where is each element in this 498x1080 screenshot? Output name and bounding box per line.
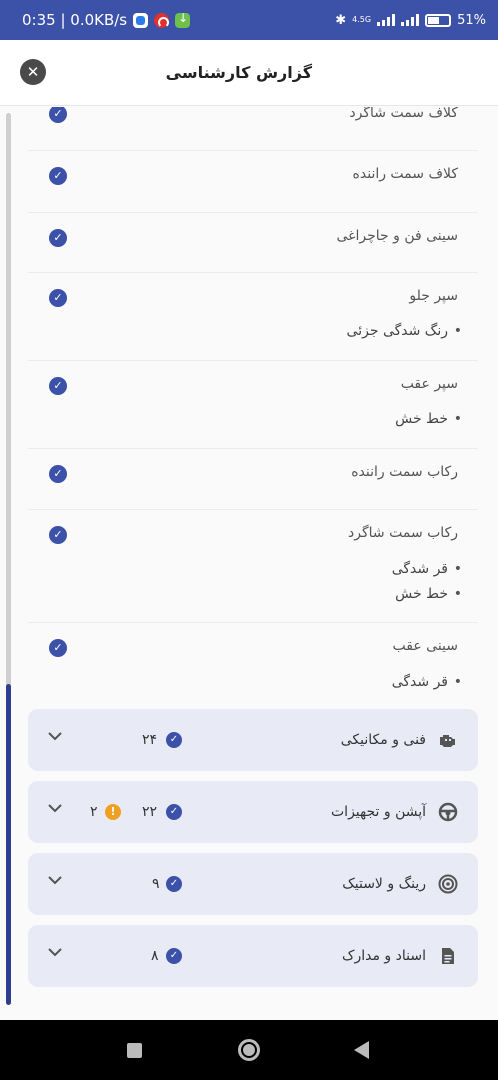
category-tires[interactable]: رینگ و لاستیک ✓ ۹ [28, 853, 478, 915]
category-technical[interactable]: فنی و مکانیکی ✓ ۲۴ [28, 709, 478, 771]
download-icon [175, 11, 191, 28]
check-icon: ✓ [166, 804, 182, 820]
ok-count: ۹ [152, 876, 160, 892]
category-name: اسناد و مدارک [341, 948, 426, 964]
category-options[interactable]: آپشن و تجهیزات ✓ ۲۲ ! ۲ [28, 781, 478, 843]
item-name: سپر عقب [400, 376, 458, 392]
damage-note: رنگ شدگی جزئی [347, 323, 463, 339]
bluetooth-icon: ✱ [335, 12, 347, 28]
network-type: 4.5G [352, 15, 372, 24]
item-name: کلاف سمت شاگرد [349, 107, 458, 121]
engine-icon [438, 730, 458, 750]
steering-wheel-icon [438, 802, 458, 822]
ok-count: ۸ [151, 948, 159, 964]
category-name: آپشن و تجهیزات [331, 804, 426, 820]
scrollbar-thumb[interactable] [6, 684, 11, 1005]
app-header: ✕ گزارش کارشناسی [0, 40, 498, 106]
list-item: ✓ رکاب سمت راننده [28, 449, 478, 510]
check-icon: ✓ [166, 876, 182, 892]
messenger-icon [133, 12, 149, 28]
check-icon: ✓ [49, 107, 67, 123]
chevron-down-icon[interactable] [46, 871, 64, 889]
report-list[interactable]: ✓ کلاف سمت شاگرد ✓ کلاف سمت راننده ✓ سین… [0, 107, 498, 1020]
item-name: سپر جلو [409, 288, 458, 304]
check-icon: ✓ [49, 639, 67, 657]
recent-apps-button[interactable] [127, 1043, 142, 1058]
damage-note: قر شدگی [392, 561, 463, 577]
document-icon [438, 946, 458, 966]
list-item: ✓ کلاف سمت شاگرد [28, 107, 478, 151]
warn-count: ۲ [90, 804, 98, 820]
check-icon: ✓ [49, 289, 67, 307]
warning-icon: ! [105, 804, 121, 820]
check-icon: ✓ [166, 948, 182, 964]
list-item: ✓ کلاف سمت راننده [28, 151, 478, 213]
system-nav-bar [0, 1020, 498, 1080]
chevron-down-icon[interactable] [46, 727, 64, 745]
item-name: کلاف سمت راننده [352, 166, 458, 182]
list-item: ✓ سینی عقب قر شدگی [28, 623, 478, 711]
home-button[interactable] [238, 1039, 260, 1061]
item-name: رکاب سمت راننده [351, 464, 458, 480]
item-name: سینی فن و جاچراغی [336, 228, 459, 244]
check-icon: ✓ [49, 526, 67, 544]
ok-count: ۲۴ [142, 732, 158, 748]
close-button[interactable]: ✕ [20, 59, 46, 85]
list-item: ✓ سپر عقب خط خش [28, 361, 478, 449]
list-item: ✓ سینی فن و جاچراغی [28, 213, 478, 273]
check-icon: ✓ [49, 229, 67, 247]
tire-icon [438, 874, 458, 894]
check-icon: ✓ [49, 167, 67, 185]
item-name: سینی عقب [392, 638, 458, 654]
list-item: ✓ رکاب سمت شاگرد قر شدگی خط خش [28, 510, 478, 623]
status-time-speed: 0:35 | 0.0KB/s [22, 11, 128, 29]
category-name: فنی و مکانیکی [340, 732, 426, 748]
check-icon: ✓ [49, 465, 67, 483]
check-icon: ✓ [49, 377, 67, 395]
signal-2-icon [401, 14, 420, 26]
damage-note: خط خش [395, 586, 462, 602]
ok-count: ۲۲ [142, 804, 158, 820]
check-icon: ✓ [166, 732, 182, 748]
category-name: رینگ و لاستیک [342, 876, 426, 892]
chevron-down-icon[interactable] [46, 799, 64, 817]
back-button[interactable] [354, 1041, 369, 1059]
battery-icon [425, 13, 452, 27]
status-bar: 0:35 | 0.0KB/s ✱ 4.5G 51% [0, 0, 498, 40]
category-documents[interactable]: اسناد و مدارک ✓ ۸ [28, 925, 478, 987]
damage-note: قر شدگی [392, 674, 463, 690]
damage-note: خط خش [395, 411, 462, 427]
chevron-down-icon[interactable] [46, 943, 64, 961]
page-title: گزارش کارشناسی [165, 63, 312, 82]
list-item: ✓ سپر جلو رنگ شدگی جزئی [28, 273, 478, 361]
item-name: رکاب سمت شاگرد [348, 525, 458, 541]
battery-level: 51% [457, 12, 486, 28]
signal-icon [377, 14, 396, 26]
notification-app-icon [154, 12, 170, 28]
